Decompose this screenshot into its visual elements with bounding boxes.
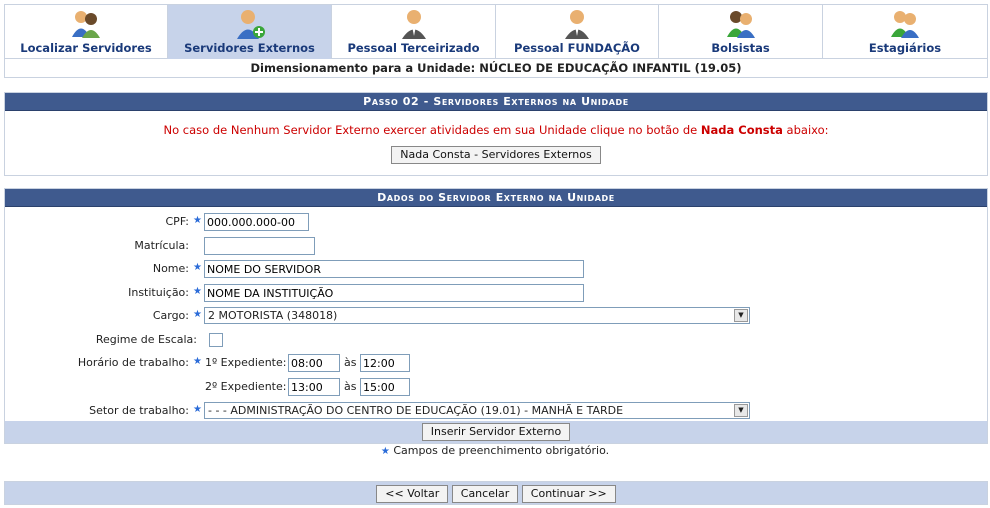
cpf-field[interactable] <box>204 213 309 231</box>
cargo-label: Cargo: <box>152 309 189 322</box>
insert-bar: Inserir Servidor Externo <box>5 421 987 443</box>
required-star: ★ <box>193 356 202 367</box>
chevron-down-icon[interactable]: ▼ <box>734 404 748 417</box>
exp1-label: 1º Expediente: <box>205 356 287 369</box>
tab-label: Servidores Externos <box>184 41 315 55</box>
required-star: ★ <box>380 446 390 457</box>
suit-user-icon <box>401 10 426 39</box>
tab-label: Localizar Servidores <box>20 41 152 55</box>
back-button[interactable]: << Voltar <box>376 485 449 503</box>
form-body: CPF: ★ Matrícula: Nome: ★ Instituição: ★… <box>5 207 987 421</box>
step-caption: Passo 02 - Servidores Externos na Unidad… <box>5 93 987 111</box>
tab-label: Pessoal FUNDAÇÃO <box>514 41 640 55</box>
horario-label: Horário de trabalho: <box>77 356 189 369</box>
instituicao-field[interactable] <box>204 284 584 302</box>
suit-user-icon <box>565 10 589 39</box>
matricula-field[interactable] <box>204 237 315 255</box>
cancel-button[interactable]: Cancelar <box>451 485 519 503</box>
form-section: Dados do Servidor Externo na Unidade CPF… <box>4 188 988 444</box>
tab-pessoal-terceirizado[interactable]: Pessoal Terceirizado <box>331 5 495 59</box>
tab-label: Bolsistas <box>711 41 770 55</box>
required-note-text: Campos de preenchimento obrigatório. <box>393 444 610 457</box>
setor-selected-value: - - - ADMINISTRAÇÃO DO CENTRO DE EDUCAÇÃ… <box>208 404 624 417</box>
tab-estagiarios[interactable]: Estagiários <box>822 5 988 59</box>
tab-localizar-servidores[interactable]: Localizar Servidores <box>4 5 167 59</box>
exp2-label: 2º Expediente: <box>205 380 287 393</box>
required-star: ★ <box>193 215 202 226</box>
required-star: ★ <box>193 404 202 415</box>
warning-text: No caso de Nenhum Servidor Externo exerc… <box>163 123 701 137</box>
required-star: ★ <box>193 286 202 297</box>
nada-consta-warning: No caso de Nenhum Servidor Externo exerc… <box>5 123 987 137</box>
exp2-sep: às <box>344 380 357 393</box>
users-icon <box>726 11 755 38</box>
cargo-select[interactable]: 2 MOTORISTA (348018) ▼ <box>204 307 750 324</box>
exp1-end-field[interactable] <box>360 354 410 372</box>
users-icon <box>72 11 100 38</box>
nada-consta-button[interactable]: Nada Consta - Servidores Externos <box>391 146 601 164</box>
step-section: Passo 02 - Servidores Externos na Unidad… <box>4 92 988 176</box>
exp1-start-field[interactable] <box>288 354 340 372</box>
regime-checkbox[interactable] <box>209 333 223 347</box>
dimension-title: Dimensionamento para a Unidade: NÚCLEO D… <box>4 58 988 78</box>
required-star: ★ <box>193 309 202 320</box>
tab-bar: Localizar Servidores Servidores Externos… <box>4 4 988 59</box>
tab-pessoal-fundacao[interactable]: Pessoal FUNDAÇÃO <box>495 5 658 59</box>
insert-servidor-button[interactable]: Inserir Servidor Externo <box>421 423 571 441</box>
continue-button[interactable]: Continuar >> <box>521 485 616 503</box>
tab-bolsistas[interactable]: Bolsistas <box>658 5 822 59</box>
cpf-label: CPF: <box>165 215 190 228</box>
required-note: ★ Campos de preenchimento obrigatório. <box>0 444 990 457</box>
matricula-label: Matrícula: <box>134 239 189 252</box>
nome-label: Nome: <box>152 262 189 275</box>
exp2-end-field[interactable] <box>360 378 410 396</box>
required-star: ★ <box>193 262 202 273</box>
warning-bold: Nada Consta <box>700 123 783 137</box>
tab-label: Estagiários <box>868 41 942 55</box>
users-icon <box>891 11 919 38</box>
instituicao-label: Instituição: <box>128 286 189 299</box>
setor-label: Setor de trabalho: <box>89 404 189 417</box>
exp1-sep: às <box>344 356 357 369</box>
exp2-start-field[interactable] <box>288 378 340 396</box>
nome-field[interactable] <box>204 260 584 278</box>
tab-label: Pessoal Terceirizado <box>347 41 480 55</box>
navigation-bar: << Voltar Cancelar Continuar >> <box>4 481 988 505</box>
setor-select[interactable]: - - - ADMINISTRAÇÃO DO CENTRO DE EDUCAÇÃ… <box>204 402 750 419</box>
warning-text-end: abaixo: <box>782 123 829 137</box>
user-add-icon <box>236 10 265 39</box>
chevron-down-icon[interactable]: ▼ <box>734 309 748 322</box>
tab-servidores-externos[interactable]: Servidores Externos <box>167 5 331 59</box>
form-caption: Dados do Servidor Externo na Unidade <box>5 189 987 207</box>
cargo-selected-value: 2 MOTORISTA (348018) <box>208 309 338 322</box>
regime-label: Regime de Escala: <box>95 333 197 346</box>
